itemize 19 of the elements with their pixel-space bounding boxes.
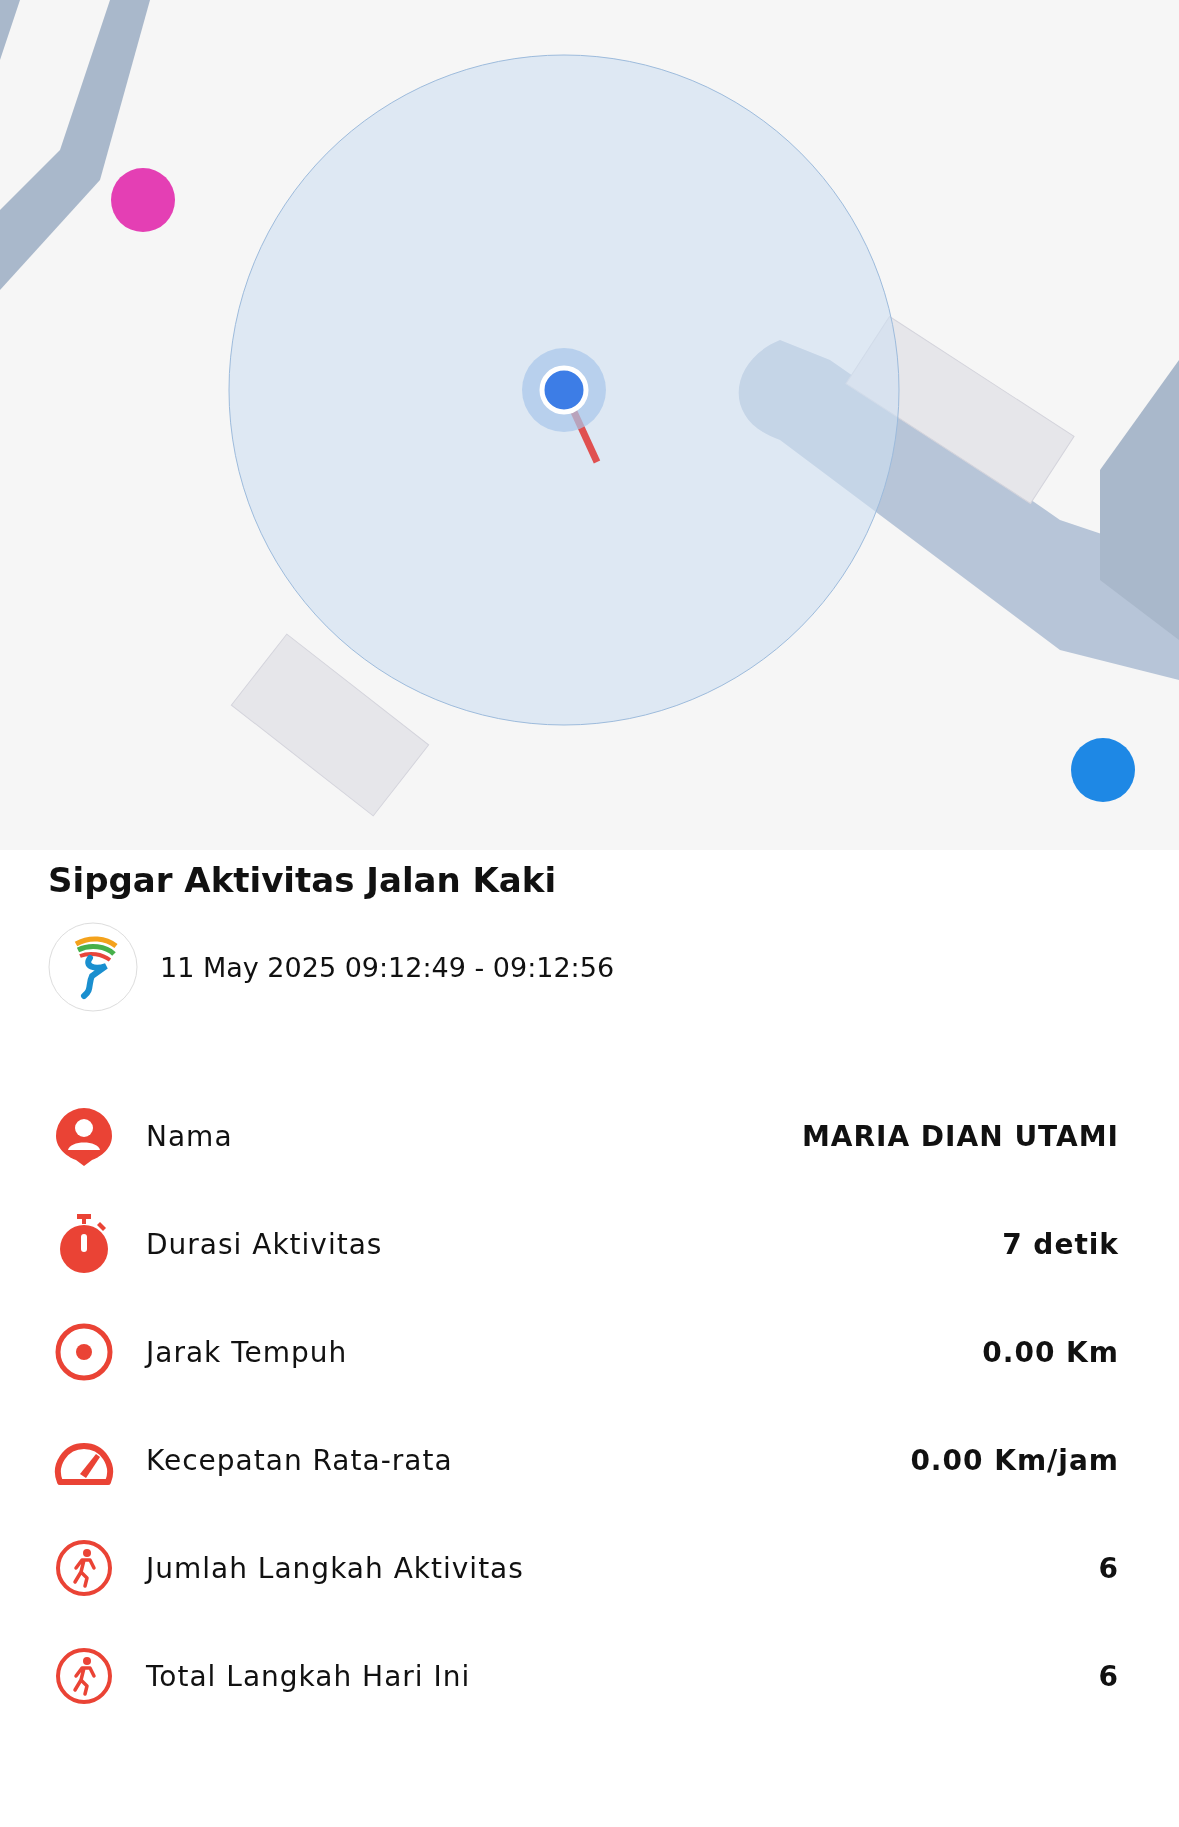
date-range: 11 May 2025 09:12:49 - 09:12:56 — [160, 951, 615, 983]
page-title: Sipgar Aktivitas Jalan Kaki — [48, 860, 558, 900]
stat-value: 6 — [1098, 1659, 1119, 1693]
target-icon — [54, 1322, 114, 1382]
stat-label: Jarak Tempuh — [146, 1335, 349, 1369]
stat-value: MARIA DIAN UTAMI — [801, 1119, 1119, 1153]
stat-label: Durasi Aktivitas — [146, 1227, 384, 1261]
logo-icon — [48, 922, 138, 1012]
stat-label: Jumlah Langkah Aktivitas — [146, 1551, 525, 1585]
stat-value: 6 — [1098, 1551, 1119, 1585]
stat-label: Total Langkah Hari Ini — [146, 1659, 472, 1693]
stat-label: Kecepatan Rata-rata — [146, 1443, 454, 1477]
runner-icon — [54, 1538, 114, 1598]
runner-icon — [54, 1646, 114, 1706]
person-pin-icon — [54, 1106, 114, 1166]
stat-label: Nama — [146, 1119, 234, 1153]
stat-value: 0.00 Km — [982, 1335, 1119, 1369]
stat-value: 7 detik — [1002, 1227, 1119, 1261]
stat-value: 0.00 Km/jam — [910, 1443, 1119, 1477]
